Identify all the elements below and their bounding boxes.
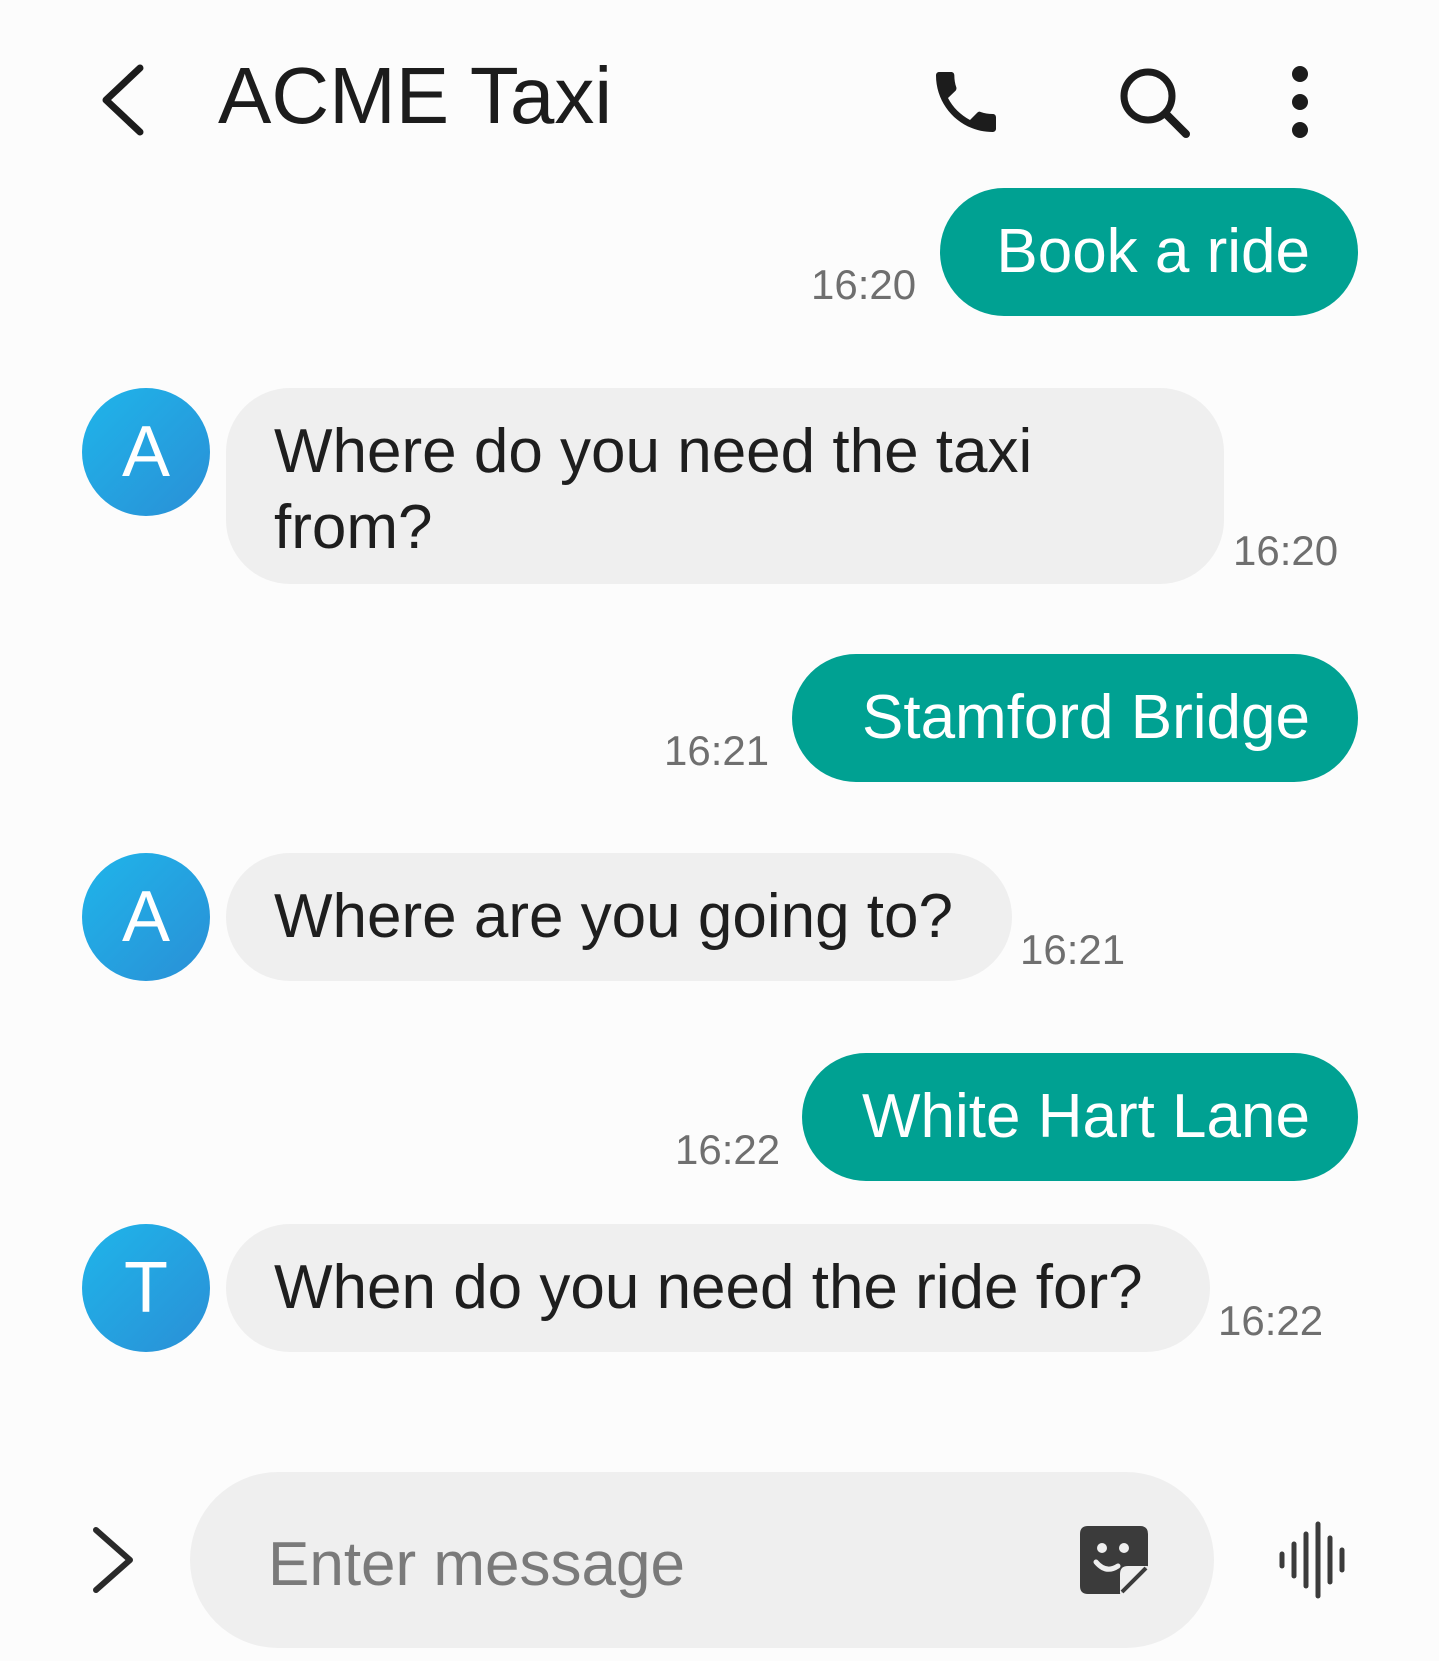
- outgoing-message[interactable]: White Hart Lane: [802, 1053, 1358, 1181]
- outgoing-message[interactable]: Stamford Bridge: [792, 654, 1358, 782]
- outgoing-message[interactable]: Book a ride: [940, 188, 1358, 316]
- sticker-icon: [1080, 1526, 1148, 1594]
- incoming-message[interactable]: Where are you going to?: [226, 853, 1012, 981]
- message-time: 16:22: [1218, 1297, 1324, 1344]
- message-text-line: Where do you need the taxi: [274, 417, 1033, 486]
- incoming-message[interactable]: When do you need the ride for?: [226, 1224, 1210, 1352]
- voice-wave-icon: [1279, 1521, 1345, 1599]
- message-text-line: from?: [274, 493, 433, 562]
- incoming-message[interactable]: Where do you need the taxi from?: [226, 388, 1224, 584]
- sticker-button[interactable]: [1074, 1520, 1154, 1600]
- message-time: 16:20: [1233, 527, 1339, 574]
- avatar[interactable]: A: [82, 388, 210, 516]
- avatar[interactable]: T: [82, 1224, 210, 1352]
- message-thread: 16:20 Book a ride A Where do you need th…: [0, 0, 1439, 1440]
- avatar[interactable]: A: [82, 853, 210, 981]
- message-composer: [190, 1472, 1214, 1648]
- message-time: 16:22: [675, 1126, 781, 1173]
- chevron-right-icon: [93, 1527, 133, 1593]
- message-input[interactable]: [268, 1524, 1008, 1604]
- message-time: 16:20: [811, 261, 917, 308]
- message-time: 16:21: [664, 727, 770, 774]
- message-time: 16:21: [1020, 926, 1126, 973]
- voice-record-button[interactable]: [1274, 1520, 1354, 1600]
- expand-attachments-button[interactable]: [88, 1520, 138, 1600]
